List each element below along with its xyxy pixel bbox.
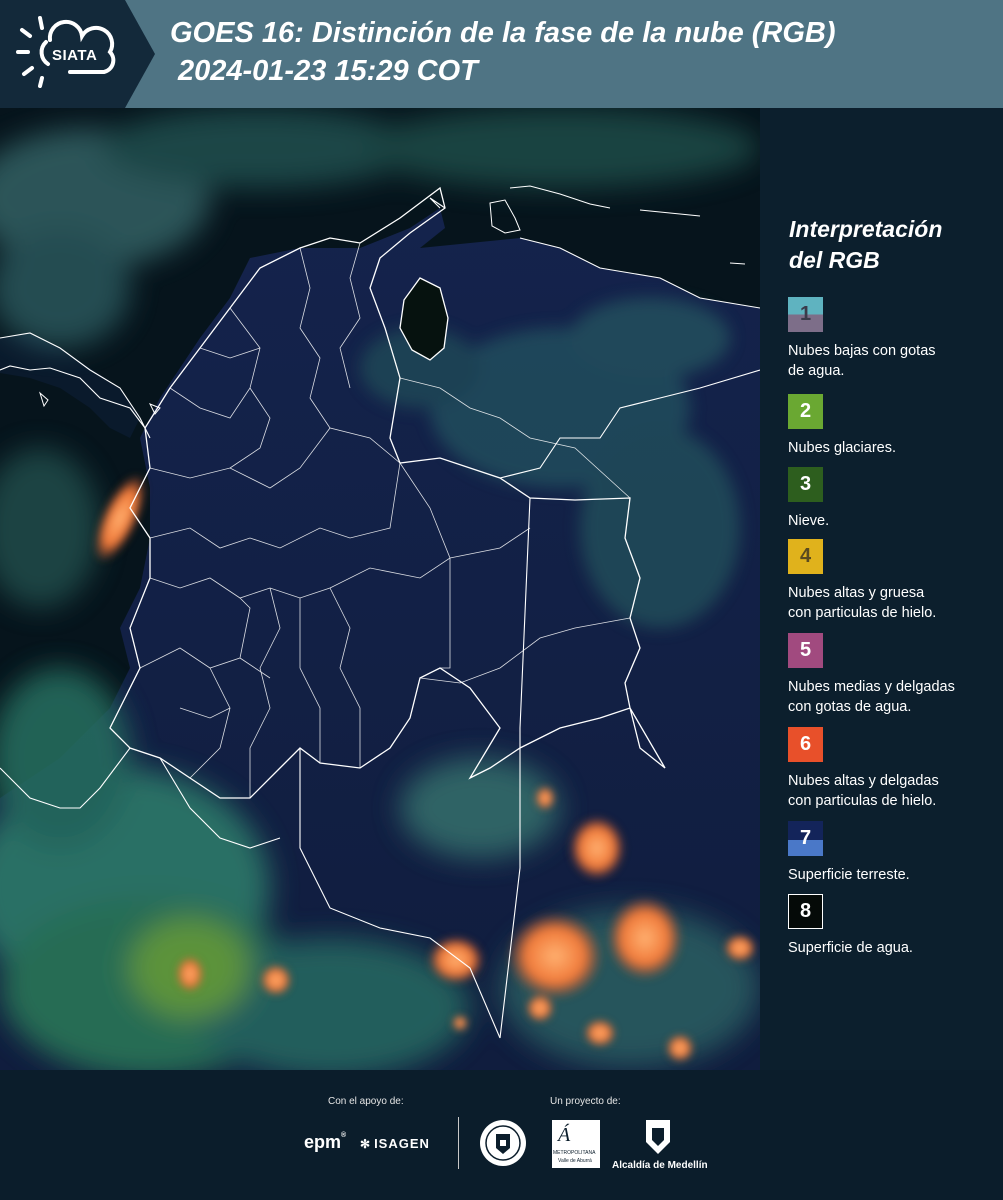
legend-label-4-line-1: Nubes altas y gruesa: [788, 585, 925, 601]
footer-divider: [458, 1117, 459, 1169]
legend-swatch-1: 1: [788, 297, 823, 332]
legend-label-6-line-2: con particulas de hielo.: [788, 793, 937, 809]
support-label: Con el apoyo de:: [328, 1096, 404, 1107]
legend-label-2: Nubes glaciares.: [788, 438, 998, 458]
legend-number-8: 8: [799, 900, 812, 922]
legend-title-line-2: del RGB: [789, 247, 880, 273]
alcaldia-text: Alcaldía de Medellín: [612, 1160, 708, 1171]
legend-swatch-2: 2: [788, 394, 823, 429]
legend-item-1: 1 Nubes bajas con gotas de agua.: [788, 297, 998, 381]
satellite-map: [0, 108, 760, 1070]
legend-item-5: 5 Nubes medias y delgadas con gotas de a…: [788, 633, 998, 717]
header-bar: SIATA GOES 16: Distinción de la fase de …: [0, 0, 1003, 108]
legend-swatch-7: 7: [788, 821, 823, 856]
legend-item-8: 8 Superficie de agua.: [788, 894, 998, 958]
legend-label-8-line-1: Superficie de agua.: [788, 940, 913, 956]
legend-number-4: 4: [799, 545, 812, 567]
legend-label-4: Nubes altas y gruesa con particulas de h…: [788, 583, 998, 623]
legend-label-7: Superficie terreste.: [788, 865, 998, 885]
seal-icon: [480, 1120, 526, 1166]
legend-title: Interpretación del RGB: [789, 214, 999, 276]
page-title: GOES 16: Distinción de la fase de la nub…: [170, 14, 836, 90]
footer: Con el apoyo de: Un proyecto de: epm® ✻ I…: [0, 1070, 1003, 1200]
legend-label-7-line-1: Superficie terreste.: [788, 867, 910, 883]
legend-swatch-3: 3: [788, 467, 823, 502]
legend-label-3-line-1: Nieve.: [788, 513, 830, 529]
siata-logo: SIATA: [0, 0, 155, 108]
legend-label-2-line-1: Nubes glaciares.: [788, 440, 896, 456]
legend-number-1: 1: [799, 303, 812, 325]
isagen-logo: ✻ ISAGEN: [360, 1136, 430, 1151]
legend-item-3: 3 Nieve.: [788, 467, 998, 531]
project-label: Un proyecto de:: [550, 1096, 621, 1107]
epm-logo-text: epm: [304, 1132, 342, 1152]
legend-label-5-line-1: Nubes medias y delgadas: [788, 679, 955, 695]
legend-label-6-line-1: Nubes altas y delgadas: [788, 773, 939, 789]
isagen-logo-text: ISAGEN: [374, 1136, 430, 1151]
title-line-1: GOES 16: Distinción de la fase de la nub…: [170, 17, 836, 49]
legend-number-2: 2: [799, 400, 812, 422]
logo-text: SIATA: [52, 47, 98, 64]
legend-label-1: Nubes bajas con gotas de agua.: [788, 341, 998, 381]
legend-item-4: 4 Nubes altas y gruesa con particulas de…: [788, 539, 998, 623]
legend-number-3: 3: [799, 473, 812, 495]
isagen-mark-icon: ✻: [360, 1137, 372, 1151]
legend-label-4-line-2: con particulas de hielo.: [788, 605, 937, 621]
legend-item-7: 7 Superficie terreste.: [788, 821, 998, 885]
legend-label-5-line-2: con gotas de agua.: [788, 699, 912, 715]
legend-item-6: 6 Nubes altas y delgadas con particulas …: [788, 727, 998, 811]
area-metropolitana-logo: Á METROPOLITANA Valle de Aburrá: [552, 1120, 600, 1168]
title-line-2: 2024-01-23 15:29 COT: [178, 55, 478, 87]
medellin-shield-icon: [646, 1120, 670, 1154]
map-canvas: [0, 108, 760, 1070]
legend-title-line-1: Interpretación: [789, 216, 943, 242]
legend-label-1-line-2: de agua.: [788, 363, 845, 379]
legend-label-8: Superficie de agua.: [788, 938, 998, 958]
legend-label-1-line-1: Nubes bajas con gotas: [788, 343, 936, 359]
legend-number-7: 7: [799, 827, 812, 849]
legend-item-2: 2 Nubes glaciares.: [788, 394, 998, 458]
legend-label-6: Nubes altas y delgadas con particulas de…: [788, 771, 998, 811]
legend-swatch-8: 8: [788, 894, 823, 929]
legend-label-3: Nieve.: [788, 511, 998, 531]
epm-logo: epm®: [304, 1132, 347, 1152]
legend-swatch-6: 6: [788, 727, 823, 762]
legend-panel: Interpretación del RGB 1 Nubes bajas con…: [760, 108, 1003, 1070]
legend-number-6: 6: [799, 733, 812, 755]
legend-swatch-4: 4: [788, 539, 823, 574]
legend-label-5: Nubes medias y delgadas con gotas de agu…: [788, 677, 998, 717]
area-metro-subtext: Valle de Aburrá: [558, 1158, 592, 1164]
legend-number-5: 5: [799, 639, 812, 661]
legend-swatch-5: 5: [788, 633, 823, 668]
area-logo-glyph-icon: Á: [558, 1124, 571, 1146]
area-metro-text: METROPOLITANA: [553, 1150, 596, 1156]
